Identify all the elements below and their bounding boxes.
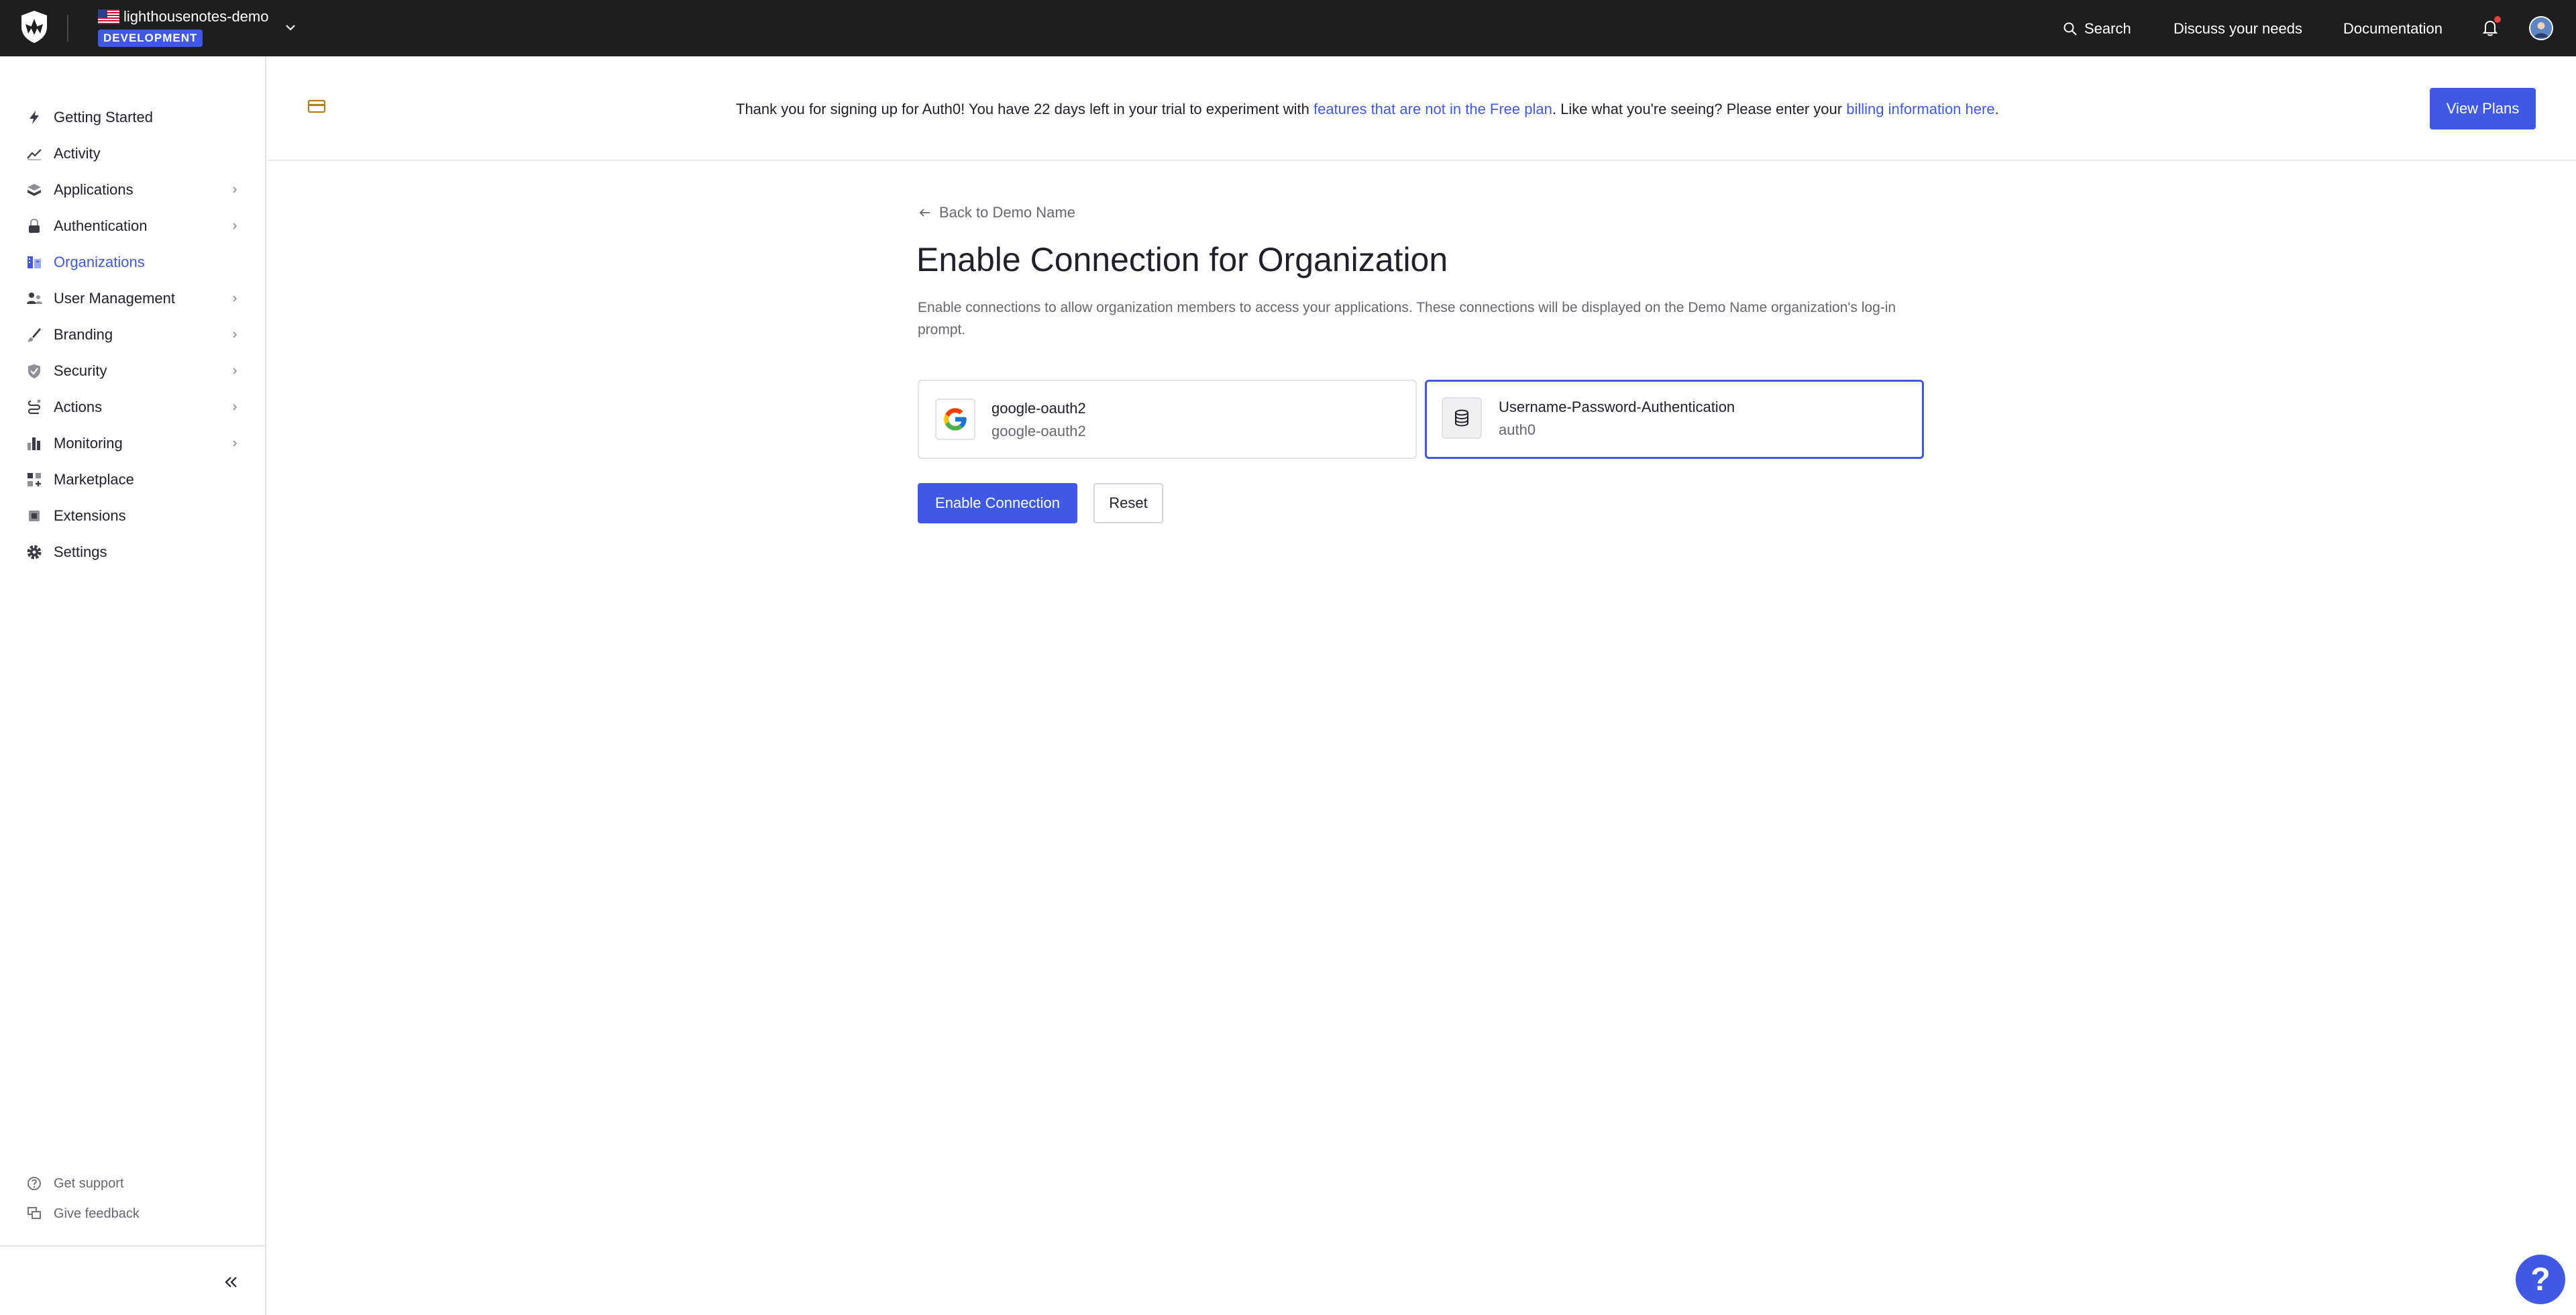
connection-strategy: auth0	[1499, 421, 1536, 438]
sidebar-item-label: Authentication	[54, 217, 148, 234]
get-support-label: Get support	[54, 1175, 124, 1191]
auth0-logo-icon[interactable]	[19, 9, 50, 44]
chevron-right-icon	[233, 331, 237, 338]
extensions-icon	[29, 511, 40, 521]
sidebar-item-branding[interactable]: Branding	[0, 317, 265, 353]
trial-message-text: . Like what you're seeing? Please enter …	[1552, 101, 1847, 117]
sidebar-divider	[0, 1245, 265, 1247]
brush-icon	[28, 328, 41, 342]
connection-name: Username-Password-Authentication	[1499, 399, 1735, 415]
chevron-down-icon[interactable]	[283, 20, 298, 35]
bar-chart-icon	[28, 437, 40, 450]
gear-icon	[27, 545, 42, 560]
sidebar-item-label: Settings	[54, 543, 107, 560]
back-to-organization-link[interactable]: Back to Demo Name	[918, 204, 1075, 221]
sidebar-item-security[interactable]: Security	[0, 353, 265, 389]
user-avatar[interactable]	[2529, 16, 2553, 40]
connection-name: google-oauth2	[991, 400, 1086, 417]
trial-banner: Thank you for signing up for Auth0! You …	[268, 56, 2576, 161]
chevron-right-icon	[233, 440, 237, 447]
tenant-name: lighthousenotes-demo	[123, 8, 269, 25]
lightning-icon	[30, 111, 39, 124]
sidebar-item-monitoring[interactable]: Monitoring	[0, 425, 265, 462]
sidebar-item-label: Extensions	[54, 507, 126, 524]
documentation-link[interactable]: Documentation	[2343, 20, 2443, 38]
database-icon	[1442, 397, 1482, 439]
get-support-link[interactable]: Get support	[0, 1170, 265, 1197]
sidebar-item-organizations[interactable]: Organizations	[0, 244, 265, 280]
credit-card-icon	[307, 99, 326, 113]
trial-message-text: .	[1994, 101, 1999, 117]
free-plan-features-link[interactable]: features that are not in the Free plan	[1313, 101, 1552, 117]
question-mark-icon: ?	[2530, 1261, 2551, 1298]
discuss-needs-link[interactable]: Discuss your needs	[2174, 20, 2302, 38]
sidebar-item-label: Branding	[54, 326, 113, 343]
chevron-right-icon	[233, 404, 237, 411]
sidebar-item-label: Organizations	[54, 254, 145, 270]
tenant-switcher[interactable]: lighthousenotes-demo DEVELOPMENT	[98, 7, 268, 47]
sidebar-item-label: Getting Started	[54, 109, 153, 125]
connection-strategy: google-oauth2	[991, 423, 1086, 439]
organizations-icon	[28, 256, 41, 268]
sidebar-item-user-management[interactable]: User Management	[0, 280, 265, 317]
applications-icon	[28, 184, 41, 196]
chevron-right-icon	[233, 295, 237, 302]
sidebar-item-settings[interactable]: Settings	[0, 534, 265, 570]
reset-button[interactable]: Reset	[1093, 483, 1163, 523]
sidebar-item-label: Activity	[54, 145, 101, 162]
view-plans-button[interactable]: View Plans	[2430, 88, 2536, 129]
connection-card-username-password[interactable]: Username-Password-Authentication auth0	[1425, 380, 1924, 459]
users-icon	[27, 293, 42, 304]
sidebar-item-label: Marketplace	[54, 471, 134, 488]
notification-dot	[2494, 16, 2501, 23]
chevron-right-icon	[233, 187, 237, 193]
page-description: Enable connections to allow organization…	[918, 300, 1896, 337]
sidebar-item-label: Applications	[54, 181, 133, 198]
google-logo-icon	[944, 408, 967, 431]
search-label: Search	[2084, 20, 2131, 37]
back-link-label: Back to Demo Name	[939, 204, 1075, 221]
us-flag-icon	[98, 9, 119, 24]
top-bar: lighthousenotes-demo DEVELOPMENT Search …	[0, 0, 2576, 56]
connection-card-google-oauth2[interactable]: google-oauth2 google-oauth2	[918, 380, 1417, 459]
sidebar-item-label: Security	[54, 362, 107, 379]
help-widget-button[interactable]: ?	[2516, 1255, 2565, 1304]
sidebar-item-authentication[interactable]: Authentication	[0, 208, 265, 244]
lock-icon	[29, 218, 40, 233]
collapse-sidebar-icon[interactable]	[221, 1272, 241, 1292]
topbar-divider	[67, 15, 68, 42]
shield-check-icon	[28, 364, 40, 378]
environment-badge: DEVELOPMENT	[98, 30, 203, 47]
search-button[interactable]: Search	[2063, 20, 2131, 38]
sidebar-item-label: User Management	[54, 290, 175, 307]
sidebar-item-getting-started[interactable]: Getting Started	[0, 99, 265, 136]
help-circle-icon	[28, 1177, 41, 1190]
enable-connection-button[interactable]: Enable Connection	[918, 483, 1077, 523]
activity-chart-icon	[27, 149, 42, 160]
give-feedback-label: Give feedback	[54, 1206, 140, 1221]
sidebar-item-activity[interactable]: Activity	[0, 136, 265, 172]
billing-information-link[interactable]: billing information here	[1846, 101, 1994, 117]
trial-message: Thank you for signing up for Auth0! You …	[736, 101, 1999, 118]
trial-message-text: Thank you for signing up for Auth0! You …	[736, 101, 1313, 117]
actions-icon	[28, 399, 41, 415]
sidebar: Getting Started Activity Applications Au…	[0, 56, 266, 1315]
sidebar-item-applications[interactable]: Applications	[0, 172, 265, 208]
sidebar-item-actions[interactable]: Actions	[0, 389, 265, 425]
arrow-left-icon	[919, 209, 930, 217]
avatar-image-icon	[2530, 17, 2552, 39]
sidebar-item-extensions[interactable]: Extensions	[0, 498, 265, 534]
feedback-icon	[28, 1207, 41, 1219]
search-icon	[2063, 22, 2077, 36]
sidebar-item-label: Actions	[54, 399, 103, 415]
give-feedback-link[interactable]: Give feedback	[0, 1200, 265, 1227]
sidebar-item-marketplace[interactable]: Marketplace	[0, 462, 265, 498]
page-title: Enable Connection for Organization	[916, 241, 1448, 278]
marketplace-icon	[28, 473, 41, 486]
chevron-right-icon	[233, 368, 237, 374]
google-icon	[935, 399, 975, 440]
database-glyph-icon	[1455, 409, 1468, 427]
sidebar-item-label: Monitoring	[54, 435, 123, 452]
chevron-right-icon	[233, 223, 237, 229]
